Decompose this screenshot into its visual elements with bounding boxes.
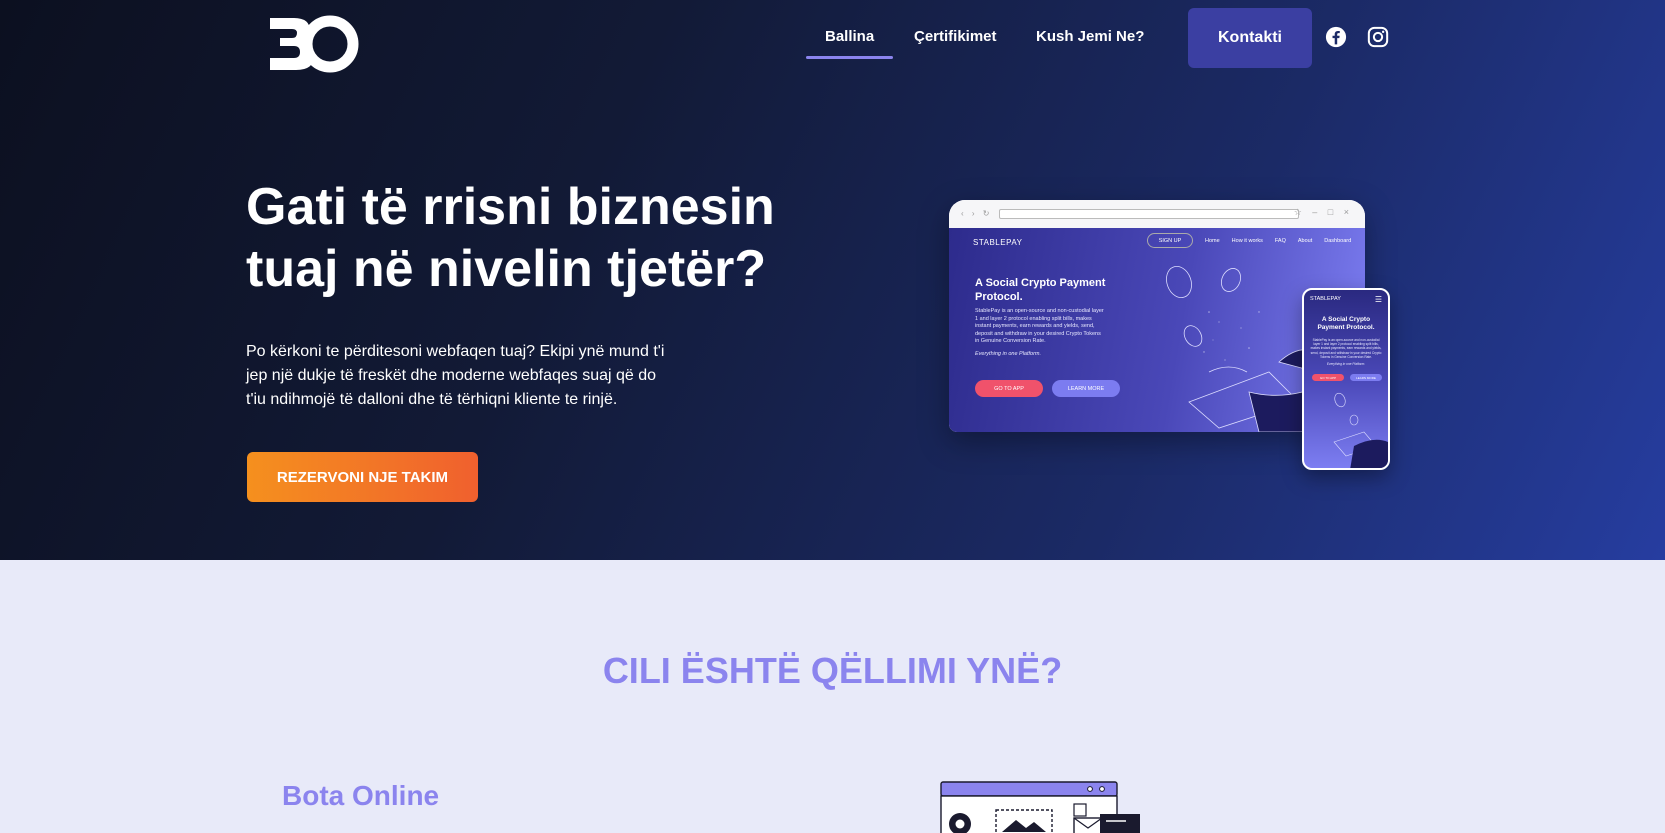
nav-item-certifikimet[interactable]: Çertifikimet: [914, 28, 997, 45]
hero-title: Gati të rrisni biznesin tuaj në nivelin …: [246, 176, 846, 300]
hamburger-menu-icon: ☰: [1374, 295, 1382, 304]
mockup-link: FAQ: [1274, 238, 1286, 244]
mockup-description: StablePay is an open-source and non-cust…: [975, 308, 1104, 344]
mockup-title-line-2: Protocol.: [975, 291, 1023, 303]
phone-mockup-image: STABLEPAY ☰ A Social Crypto Payment Prot…: [1302, 288, 1390, 470]
mockup-window-controls-icon: ☆ – □ ×: [1293, 207, 1353, 217]
nav-item-ballina[interactable]: Ballina: [805, 28, 894, 59]
phone-mockup-brand: STABLEPAY: [1310, 296, 1341, 302]
mockup-tagline: Everything in one Platform.: [975, 351, 1042, 357]
nav-item-kush-jemi-ne[interactable]: Kush Jemi Ne?: [1036, 28, 1144, 45]
contact-button[interactable]: Kontakti: [1188, 8, 1312, 68]
mockup-signup: SIGN UP: [1147, 233, 1193, 248]
section-title: CILI ËSHTË QËLLIMI YNË?: [602, 650, 1063, 691]
goal-section: CILI ËSHTË QËLLIMI YNË? Bota Online: [0, 560, 1665, 833]
mockup-link: Dashboard: [1324, 238, 1352, 244]
hero-description-line-3: t'iu ndihmojë të dalloni dhe të tërhiqni…: [246, 391, 618, 408]
top-nav: Ballina Çertifikimet Kush Jemi Ne? Konta…: [0, 0, 1665, 70]
mockup-link: How it works: [1231, 238, 1263, 244]
mockup-link: About: [1297, 238, 1313, 244]
web-design-illustration: [940, 781, 1140, 833]
phone-mockup-title: A Social Crypto Payment Protocol.: [1317, 316, 1375, 331]
mockup-link: Home: [1205, 238, 1220, 244]
hero-description-line-2: jep një dukje të freskët dhe moderne web…: [246, 367, 657, 384]
mockup-brand: STABLEPAY: [973, 238, 1023, 247]
phone-crypto-illustration: [1333, 392, 1388, 468]
hero-title-line-1: Gati të rrisni biznesin: [246, 178, 775, 236]
instagram-icon[interactable]: [1367, 26, 1389, 48]
mockup-learn-more: LEARN MORE: [1052, 380, 1120, 397]
hero-description-line-1: Po kërkoni te përditesoni webfaqen tuaj?…: [246, 343, 665, 360]
hero-section: Ballina Çertifikimet Kush Jemi Ne? Konta…: [0, 0, 1665, 560]
mockup-browser-bar: ‹ › ↻ ☆ – □ ×: [949, 200, 1365, 228]
phone-mockup-description: StablePay is an open-source and non-cust…: [1310, 338, 1382, 359]
mockup-title-line-1: A Social Crypto Payment: [975, 277, 1106, 289]
mockup-go-to-app: GO TO APP: [975, 380, 1043, 397]
mockup-nav-arrows-icon: ‹ › ↻: [961, 209, 993, 218]
mockup-links: Home How it works FAQ About Dashboard: [1205, 238, 1363, 244]
section-subtitle: Bota Online: [282, 780, 440, 811]
book-meeting-button[interactable]: REZERVONI NJE TAKIM: [247, 452, 478, 502]
mockup-url-bar: [999, 209, 1299, 219]
phone-mockup-learn-more: LEARN MORE: [1350, 374, 1382, 381]
mockup-title: A Social Crypto Payment Protocol.: [975, 276, 1115, 304]
phone-mockup-go-to-app: GO TO APP: [1312, 374, 1344, 381]
phone-mockup-tagline: Everything in one Platform.: [1326, 362, 1366, 366]
hero-title-line-2: tuaj në nivelin tjetër?: [246, 240, 767, 298]
hero-description: Po kërkoni te përditesoni webfaqen tuaj?…: [246, 340, 676, 412]
facebook-icon[interactable]: [1325, 26, 1347, 48]
